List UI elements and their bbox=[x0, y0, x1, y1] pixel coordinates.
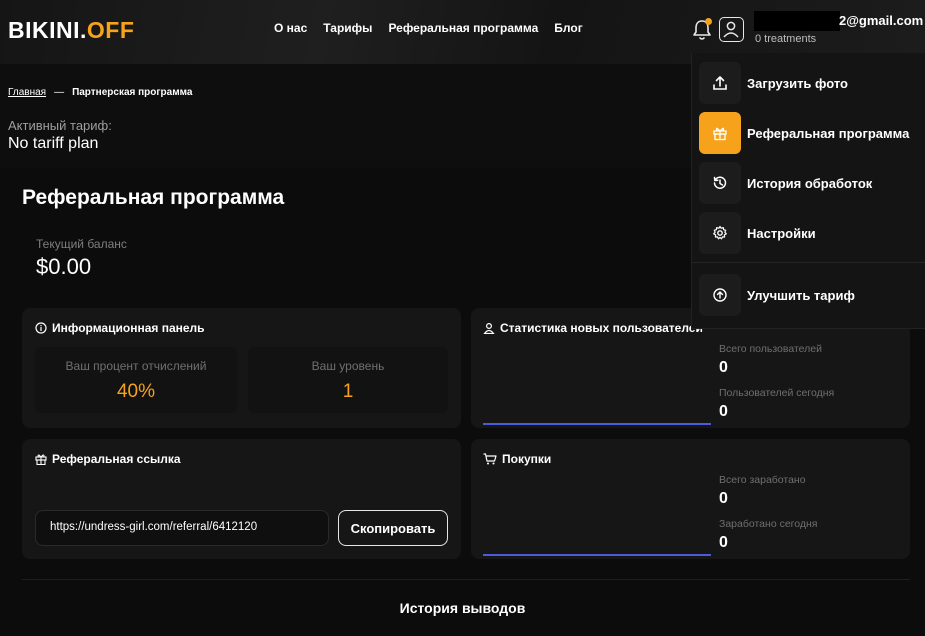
level-value: 1 bbox=[342, 381, 354, 402]
user-email: 2@gmail.com bbox=[839, 13, 924, 28]
cart-icon bbox=[483, 453, 497, 465]
breadcrumb-current: Партнерская программа bbox=[72, 87, 193, 98]
purchases-chart-line bbox=[483, 554, 711, 556]
menu-item-history[interactable]: История обработок bbox=[692, 160, 925, 206]
total-earned-value: 0 bbox=[719, 490, 728, 507]
new-users-title: Статистика новых пользователей bbox=[483, 321, 703, 335]
withdrawal-history-title: История выводов bbox=[399, 600, 526, 616]
referral-link-title: Реферальная ссылка bbox=[35, 452, 181, 466]
active-tariff-label: Активный тариф: bbox=[8, 118, 112, 133]
section-divider bbox=[22, 579, 910, 580]
active-tariff-value: No tariff plan bbox=[8, 135, 99, 152]
main-nav: О нас Тарифы Реферальная программа Блог bbox=[274, 21, 583, 35]
menu-separator bbox=[692, 262, 925, 263]
notification-dot bbox=[705, 18, 712, 25]
total-users-value: 0 bbox=[719, 359, 728, 376]
total-users-label: Всего пользователей bbox=[719, 343, 822, 355]
gift-icon bbox=[699, 112, 741, 154]
referral-link-field[interactable]: https://undress-girl.com/referral/641212… bbox=[35, 510, 329, 546]
percent-label: Ваш процент отчислений bbox=[65, 359, 207, 373]
earned-today-value: 0 bbox=[719, 534, 728, 551]
balance-value: $0.00 bbox=[36, 254, 92, 279]
breadcrumb-separator: — bbox=[54, 87, 65, 98]
earned-today-label: Заработано сегодня bbox=[719, 518, 818, 530]
copy-button[interactable]: Скопировать bbox=[338, 510, 448, 546]
arrow-up-circle-icon bbox=[699, 274, 741, 316]
user-avatar-icon[interactable] bbox=[719, 17, 744, 42]
nav-link-referral[interactable]: Реферальная программа bbox=[388, 21, 538, 35]
info-icon bbox=[35, 322, 47, 334]
purchases-card: Покупки Всего заработано 0 Заработано се… bbox=[471, 439, 910, 559]
info-panel-card: Информационная панель Ваш процент отчисл… bbox=[22, 308, 461, 428]
users-today-label: Пользователей сегодня bbox=[719, 387, 835, 399]
users-today-value: 0 bbox=[719, 403, 728, 420]
menu-item-settings[interactable]: Настройки bbox=[692, 210, 925, 256]
history-icon bbox=[699, 162, 741, 204]
gift-icon bbox=[35, 453, 47, 465]
new-users-chart-line bbox=[483, 423, 711, 425]
info-panel-title: Информационная панель bbox=[35, 321, 205, 335]
user-icon bbox=[483, 322, 495, 334]
logo[interactable]: BIKINI.OFF bbox=[8, 17, 134, 44]
balance-label: Текущий баланс bbox=[36, 237, 127, 251]
upload-icon bbox=[699, 62, 741, 104]
breadcrumb: Главная — Партнерская программа bbox=[8, 87, 192, 98]
level-box: Ваш уровень 1 bbox=[248, 347, 448, 413]
treatments-count: 0 treatments bbox=[755, 33, 817, 45]
gear-icon bbox=[699, 212, 741, 254]
purchases-title: Покупки bbox=[483, 452, 551, 466]
total-earned-label: Всего заработано bbox=[719, 474, 806, 486]
page-title: Реферальная программа bbox=[22, 186, 285, 209]
menu-item-upgrade[interactable]: Улучшить тариф bbox=[692, 272, 925, 318]
user-dropdown-menu: Загрузить фото Реферальная программа Ист… bbox=[691, 53, 925, 329]
level-label: Ваш уровень bbox=[311, 359, 385, 373]
menu-item-referral[interactable]: Реферальная программа bbox=[692, 110, 925, 156]
nav-link-blog[interactable]: Блог bbox=[554, 21, 582, 35]
percent-value: 40% bbox=[116, 381, 156, 402]
menu-item-upload-photo[interactable]: Загрузить фото bbox=[692, 60, 925, 106]
breadcrumb-home[interactable]: Главная bbox=[8, 87, 46, 98]
percent-box: Ваш процент отчислений 40% bbox=[35, 347, 237, 413]
nav-link-about[interactable]: О нас bbox=[274, 21, 307, 35]
email-redaction bbox=[754, 11, 840, 31]
nav-link-tariffs[interactable]: Тарифы bbox=[323, 21, 372, 35]
